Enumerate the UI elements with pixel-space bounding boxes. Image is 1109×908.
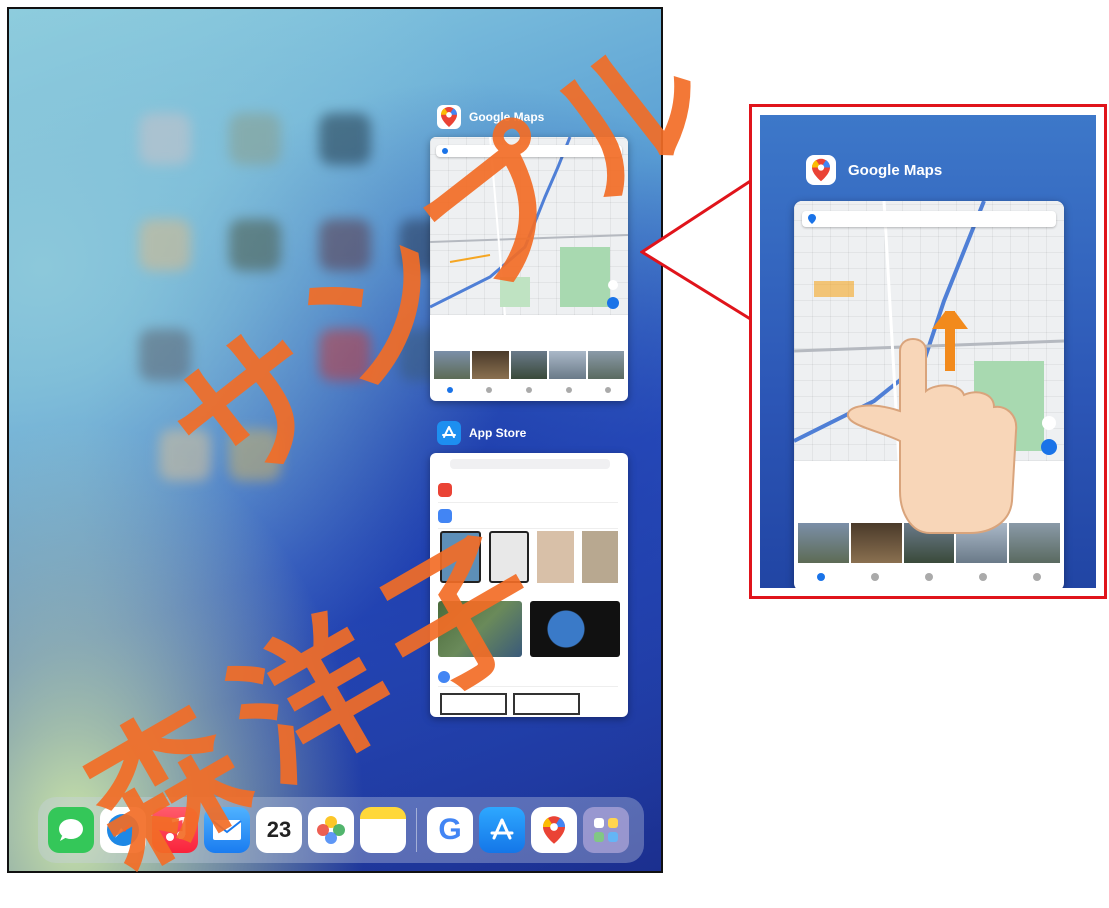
ipad-screen: Google Maps App Store 23 G: [7, 7, 663, 873]
notes-icon[interactable]: [360, 807, 406, 853]
hand-pointer-icon: [846, 338, 1018, 534]
dock: 23 G: [38, 797, 644, 863]
blurred-home-icon: [159, 429, 211, 481]
appstore-search-bar[interactable]: [450, 459, 610, 469]
screenshot-thumb: [537, 531, 574, 583]
appstore-result-row[interactable]: [438, 667, 618, 687]
maps-search-bar[interactable]: [436, 145, 622, 157]
nav-icon[interactable]: [486, 387, 493, 393]
result-app-icon: [438, 509, 452, 523]
google-maps-icon: [806, 155, 836, 185]
place-photo: [587, 351, 625, 379]
nav-icon[interactable]: [871, 573, 879, 581]
callout-pointer: [640, 180, 753, 322]
google-letter: G: [438, 813, 462, 846]
nav-icon[interactable]: [565, 387, 572, 393]
nav-explore-icon[interactable]: [817, 573, 825, 581]
nav-explore-icon[interactable]: [446, 387, 453, 393]
maps-app-card[interactable]: [430, 137, 628, 401]
dock-divider: [416, 808, 417, 852]
music-icon[interactable]: [152, 807, 198, 853]
nav-icon[interactable]: [979, 573, 987, 581]
nav-icon[interactable]: [605, 387, 612, 393]
appstore-app-label: App Store: [437, 421, 526, 445]
maps-app-label: Google Maps: [437, 105, 544, 129]
appstore-feature-image: [438, 601, 522, 657]
blurred-home-icon: [319, 113, 371, 165]
maps-icon[interactable]: [531, 807, 577, 853]
callout-maps-label: Google Maps: [806, 155, 942, 185]
swipe-up-gesture: [846, 311, 1018, 534]
appstore-app-name: App Store: [469, 426, 527, 440]
place-photo: [434, 351, 471, 379]
blurred-home-icon: [139, 329, 191, 381]
result-app-icon: [438, 671, 450, 683]
place-photo: [549, 351, 586, 379]
calendar-day: 23: [266, 817, 292, 842]
google-icon[interactable]: G: [427, 807, 473, 853]
blurred-home-icon: [229, 429, 281, 481]
appstore-result-row[interactable]: [438, 479, 618, 503]
maps-bottom-nav: [430, 387, 628, 397]
screenshot-thumb: [513, 693, 580, 715]
callout-search-bar[interactable]: [802, 211, 1056, 227]
zoom-callout: Google Maps: [749, 104, 1107, 599]
appstore-feature-image: [530, 601, 620, 657]
google-maps-icon: [437, 105, 461, 129]
blurred-home-icon: [229, 219, 281, 271]
nav-icon[interactable]: [925, 573, 933, 581]
appstore-icon[interactable]: [479, 807, 525, 853]
appstore-app-card[interactable]: [430, 453, 628, 717]
screenshot-thumb: [440, 531, 481, 583]
screenshot-thumb: [440, 693, 507, 715]
nav-icon[interactable]: [525, 387, 532, 393]
blurred-home-icon: [139, 113, 191, 165]
place-photos: [434, 351, 625, 379]
callout-screen: Google Maps: [760, 115, 1096, 588]
blurred-home-icon: [229, 113, 281, 165]
map-view: [430, 137, 628, 315]
mail-icon[interactable]: [204, 807, 250, 853]
screenshot-thumb: [581, 531, 618, 583]
appstore-screenshots: [440, 531, 618, 583]
maps-app-name: Google Maps: [469, 110, 545, 124]
callout-bottom-nav: [794, 573, 1064, 585]
blurred-home-icon: [139, 219, 191, 271]
calendar-icon[interactable]: 23: [256, 807, 302, 853]
nav-icon[interactable]: [1033, 573, 1041, 581]
blurred-home-icon: [319, 219, 371, 271]
photos-icon[interactable]: [308, 807, 354, 853]
result-app-icon: [438, 483, 452, 497]
screenshot-thumb: [488, 531, 529, 583]
callout-maps-name: Google Maps: [848, 161, 943, 179]
messages-icon[interactable]: [48, 807, 94, 853]
app-library-icon[interactable]: [583, 807, 629, 853]
appstore-screenshots: [440, 693, 580, 715]
place-photo: [510, 351, 548, 379]
app-store-icon: [437, 421, 461, 445]
place-photo: [472, 351, 509, 379]
safari-icon[interactable]: [100, 807, 146, 853]
appstore-result-row[interactable]: [438, 505, 618, 529]
blurred-home-icon: [319, 329, 371, 381]
